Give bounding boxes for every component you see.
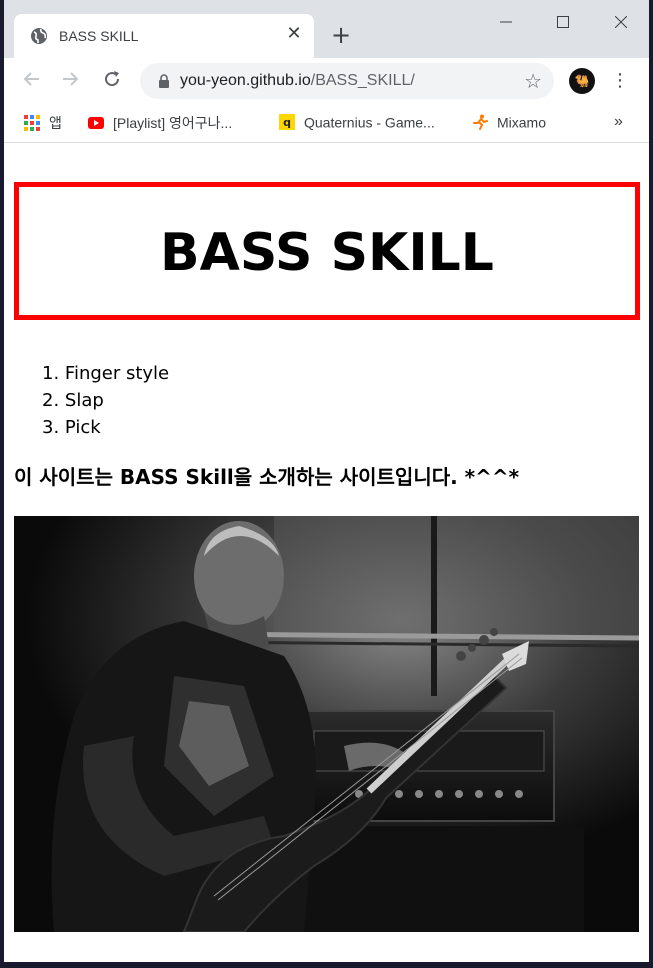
bookmarks-bar: 앱 [Playlist] 영어구나... q Quaternius - Game… — [4, 104, 649, 143]
page-title: BASS SKILL — [160, 223, 494, 283]
new-tab-button[interactable]: + — [329, 23, 353, 48]
url-host: you-yeon.github.io — [180, 72, 311, 89]
tab-strip: BASS SKILL ✕ + — [4, 0, 649, 58]
more-bookmarks-button[interactable]: » — [614, 113, 623, 133]
browser-toolbar: you-yeon.github.io/BASS_SKILL/ ☆ 🐫 ⋮ — [4, 58, 649, 104]
list-item: 2. Slap — [42, 390, 104, 411]
profile-avatar[interactable]: 🐫 — [569, 68, 595, 94]
close-icon — [614, 15, 628, 29]
arrow-left-icon — [23, 72, 39, 86]
maximize-button[interactable] — [549, 10, 577, 38]
bookmark-label: [Playlist] 영어구나... — [113, 115, 233, 131]
reload-button[interactable] — [99, 68, 125, 94]
mixamo-runner-icon — [473, 114, 488, 131]
browser-window: BASS SKILL ✕ + you-yeon.github.io/BASS_S… — [4, 0, 649, 962]
youtube-icon — [88, 117, 104, 129]
tab-bass-skill[interactable]: BASS SKILL ✕ — [14, 14, 314, 58]
intro-text: 이 사이트는 BASS Skill을 소개하는 사이트입니다. *^^* — [14, 465, 520, 489]
bookmark-mixamo[interactable]: Mixamo — [472, 113, 546, 133]
forward-button[interactable] — [57, 68, 83, 94]
address-bar[interactable]: you-yeon.github.io/BASS_SKILL/ ☆ — [140, 63, 554, 99]
bookmark-star-icon[interactable]: ☆ — [524, 69, 542, 93]
bookmark-playlist[interactable]: [Playlist] 영어구나... — [88, 113, 232, 133]
list-item: 1. Finger style — [42, 363, 170, 384]
list-item: 3. Pick — [42, 417, 101, 438]
svg-text:q: q — [283, 116, 291, 129]
menu-kebab-icon[interactable]: ⋮ — [610, 68, 630, 94]
quaternius-icon: q — [279, 114, 295, 131]
bass-player-image — [14, 516, 639, 932]
minimize-icon — [500, 21, 512, 23]
bookmark-apps[interactable]: 앱 — [24, 113, 62, 133]
skill-list: 1. Finger style 2. Slap 3. Pick — [42, 360, 169, 441]
arrow-right-icon — [63, 72, 79, 86]
bookmark-quaternius[interactable]: q Quaternius - Game... — [279, 113, 435, 133]
maximize-icon — [557, 16, 569, 28]
bookmark-label: Mixamo — [497, 114, 547, 131]
globe-icon — [31, 28, 47, 44]
reload-icon — [105, 71, 120, 87]
page-content: BASS SKILL 1. Finger style 2. Slap 3. Pi… — [4, 143, 649, 962]
url-path: /BASS_SKILL/ — [310, 72, 415, 89]
close-window-button[interactable] — [607, 10, 635, 38]
apps-grid-icon — [24, 115, 40, 131]
bookmark-label: Quaternius - Game... — [304, 114, 435, 131]
lock-icon[interactable] — [158, 74, 170, 88]
tab-title: BASS SKILL — [59, 28, 139, 44]
bass-player-photo — [14, 516, 639, 932]
back-button[interactable] — [19, 68, 45, 94]
minimize-button[interactable] — [492, 10, 520, 38]
bookmark-label: 앱 — [49, 115, 62, 131]
url-text[interactable]: you-yeon.github.io/BASS_SKILL/ — [180, 72, 415, 90]
close-tab-icon[interactable]: ✕ — [284, 24, 304, 44]
title-box: BASS SKILL — [14, 182, 640, 320]
